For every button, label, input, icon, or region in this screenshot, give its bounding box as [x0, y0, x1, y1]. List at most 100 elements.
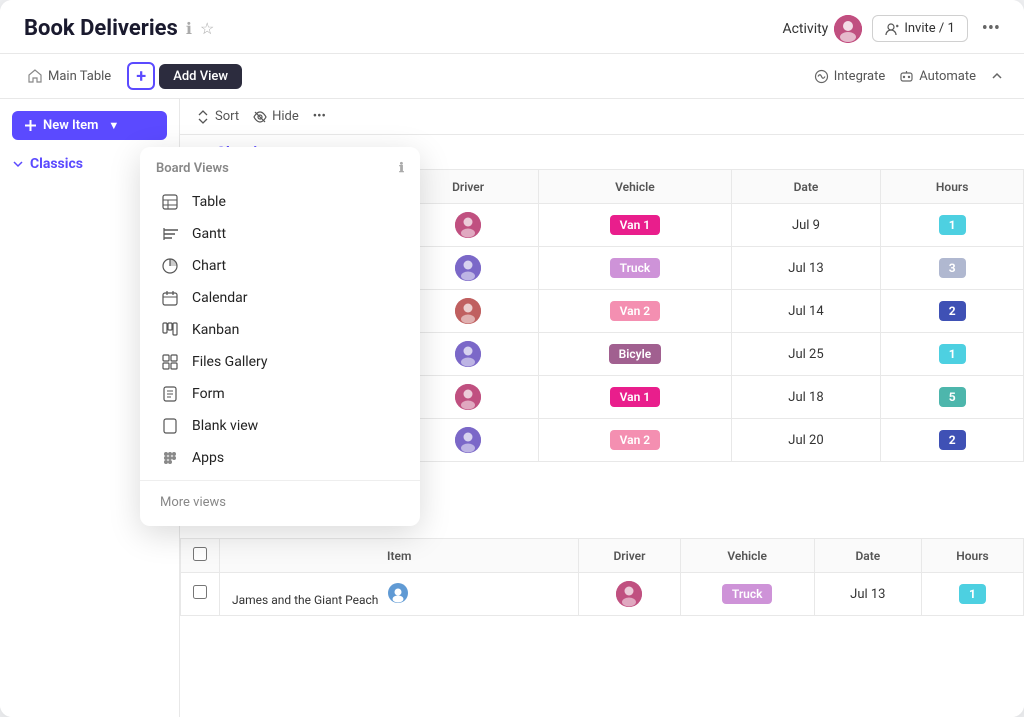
vehicle-cell: Truck: [539, 247, 731, 290]
integrate-icon: [814, 69, 829, 84]
kf-vehicle-cell: Truck: [680, 573, 814, 616]
dropdown-item-form[interactable]: Form: [140, 378, 420, 410]
chevron-up-icon: [990, 69, 1004, 83]
dropdown-info-icon: ℹ: [399, 161, 404, 176]
form-label: Form: [192, 386, 225, 402]
chat-badge-icon: [387, 582, 409, 604]
user-avatar: [834, 15, 862, 43]
classics-label: Classics: [30, 156, 83, 172]
eye-icon: [253, 110, 267, 124]
add-view-dropdown: Board Views ℹ Table Gantt Chart Calendar…: [140, 147, 420, 526]
more-views-button[interactable]: More views: [140, 487, 420, 518]
add-view-label[interactable]: Add View: [159, 64, 242, 89]
invite-label: Invite / 1: [904, 21, 954, 36]
sort-label: Sort: [215, 109, 239, 124]
chart-label: Chart: [192, 258, 226, 274]
kanban-icon: [160, 322, 180, 338]
vehicle-cell: Van 2: [539, 290, 731, 333]
activity-label: Activity: [782, 21, 828, 37]
sort-icon: [196, 110, 210, 124]
hours-cell: 2: [881, 290, 1024, 333]
content-area: New Item ▼ Classics Sort Hide: [0, 99, 1024, 717]
new-item-button[interactable]: New Item ▼: [12, 111, 167, 140]
table-label: Table: [192, 194, 226, 210]
blank-view-label: Blank view: [192, 418, 258, 434]
main-table-tab[interactable]: Main Table: [20, 65, 119, 88]
hide-button[interactable]: Hide: [253, 109, 299, 124]
integrate-button[interactable]: Integrate: [814, 69, 886, 84]
table-toolbar: Sort Hide •••: [180, 99, 1024, 135]
dropdown-item-chart[interactable]: Chart: [140, 250, 420, 282]
vehicle-cell: Van 1: [539, 376, 731, 419]
files-gallery-icon: [160, 354, 180, 370]
kf-date-cell: Jul 13: [814, 573, 921, 616]
dropdown-item-table[interactable]: Table: [140, 186, 420, 218]
kf-select-all-checkbox[interactable]: [193, 547, 207, 561]
gantt-label: Gantt: [192, 226, 226, 242]
kf-select-all-header[interactable]: [181, 539, 220, 573]
table-icon: [160, 194, 180, 210]
board-views-label: Board Views: [156, 161, 229, 176]
dropdown-item-calendar[interactable]: Calendar: [140, 282, 420, 314]
kf-hours-header: Hours: [921, 539, 1023, 573]
collapse-button[interactable]: [990, 69, 1004, 83]
kf-row-checkbox[interactable]: [193, 585, 207, 599]
files-gallery-label: Files Gallery: [192, 354, 268, 370]
header-left: Book Deliveries ℹ ☆: [24, 16, 214, 41]
header: Book Deliveries ℹ ☆ Activity Invite / 1 …: [0, 0, 1024, 54]
sort-button[interactable]: Sort: [196, 109, 239, 124]
dropdown-item-files-gallery[interactable]: Files Gallery: [140, 346, 420, 378]
date-cell: Jul 18: [731, 376, 881, 419]
star-icon[interactable]: ☆: [200, 19, 214, 38]
dropdown-item-kanban[interactable]: Kanban: [140, 314, 420, 346]
more-dots-icon: •••: [313, 109, 326, 124]
dropdown-item-gantt[interactable]: Gantt: [140, 218, 420, 250]
chevron-down-icon: [12, 158, 24, 170]
more-table-options[interactable]: •••: [313, 109, 326, 124]
chart-icon: [160, 258, 180, 274]
kf-driver-header: Driver: [579, 539, 680, 573]
gantt-icon: [160, 226, 180, 242]
person-add-icon: [885, 22, 899, 36]
add-view-button[interactable]: +: [127, 62, 155, 90]
apps-label: Apps: [192, 450, 224, 466]
date-cell: Jul 25: [731, 333, 881, 376]
plus-icon: [24, 119, 37, 132]
date-cell: Jul 13: [731, 247, 881, 290]
vehicle-cell: Van 2: [539, 419, 731, 462]
apps-icon: [160, 450, 180, 466]
toolbar-right: Integrate Automate: [814, 69, 1004, 84]
vehicle-cell: Bicyle: [539, 333, 731, 376]
hours-cell: 1: [881, 204, 1024, 247]
automate-button[interactable]: Automate: [899, 69, 976, 84]
app-window: Book Deliveries ℹ ☆ Activity Invite / 1 …: [0, 0, 1024, 717]
hours-cell: 5: [881, 376, 1024, 419]
automate-icon: [899, 69, 914, 84]
date-cell: Jul 9: [731, 204, 881, 247]
hours-cell: 2: [881, 419, 1024, 462]
date-column-header: Date: [731, 170, 881, 204]
header-right: Activity Invite / 1 •••: [782, 14, 1004, 43]
date-cell: Jul 20: [731, 419, 881, 462]
kf-vehicle-header: Vehicle: [680, 539, 814, 573]
hours-cell: 3: [881, 247, 1024, 290]
dropdown-item-blank-view[interactable]: Blank view: [140, 410, 420, 442]
vehicle-column-header: Vehicle: [539, 170, 731, 204]
activity-button[interactable]: Activity: [782, 15, 862, 43]
home-icon: [28, 69, 42, 83]
page-title: Book Deliveries: [24, 16, 178, 41]
hours-column-header: Hours: [881, 170, 1024, 204]
toolbar-left: Main Table + Add View: [20, 62, 242, 90]
dropdown-item-apps[interactable]: Apps: [140, 442, 420, 474]
new-item-label: New Item: [43, 118, 98, 133]
calendar-icon: [160, 290, 180, 306]
more-options-button[interactable]: •••: [978, 14, 1004, 43]
toolbar-row: Main Table + Add View Integrate Automate: [0, 54, 1024, 99]
kf-row-checkbox-cell[interactable]: [181, 573, 220, 616]
invite-button[interactable]: Invite / 1: [872, 15, 967, 42]
vehicle-cell: Van 1: [539, 204, 731, 247]
add-view-container: + Add View: [127, 62, 242, 90]
blank-view-icon: [160, 418, 180, 434]
info-icon[interactable]: ℹ: [186, 19, 192, 38]
table-row: James and the Giant Peach Truck Jul 13 1: [181, 573, 1024, 616]
